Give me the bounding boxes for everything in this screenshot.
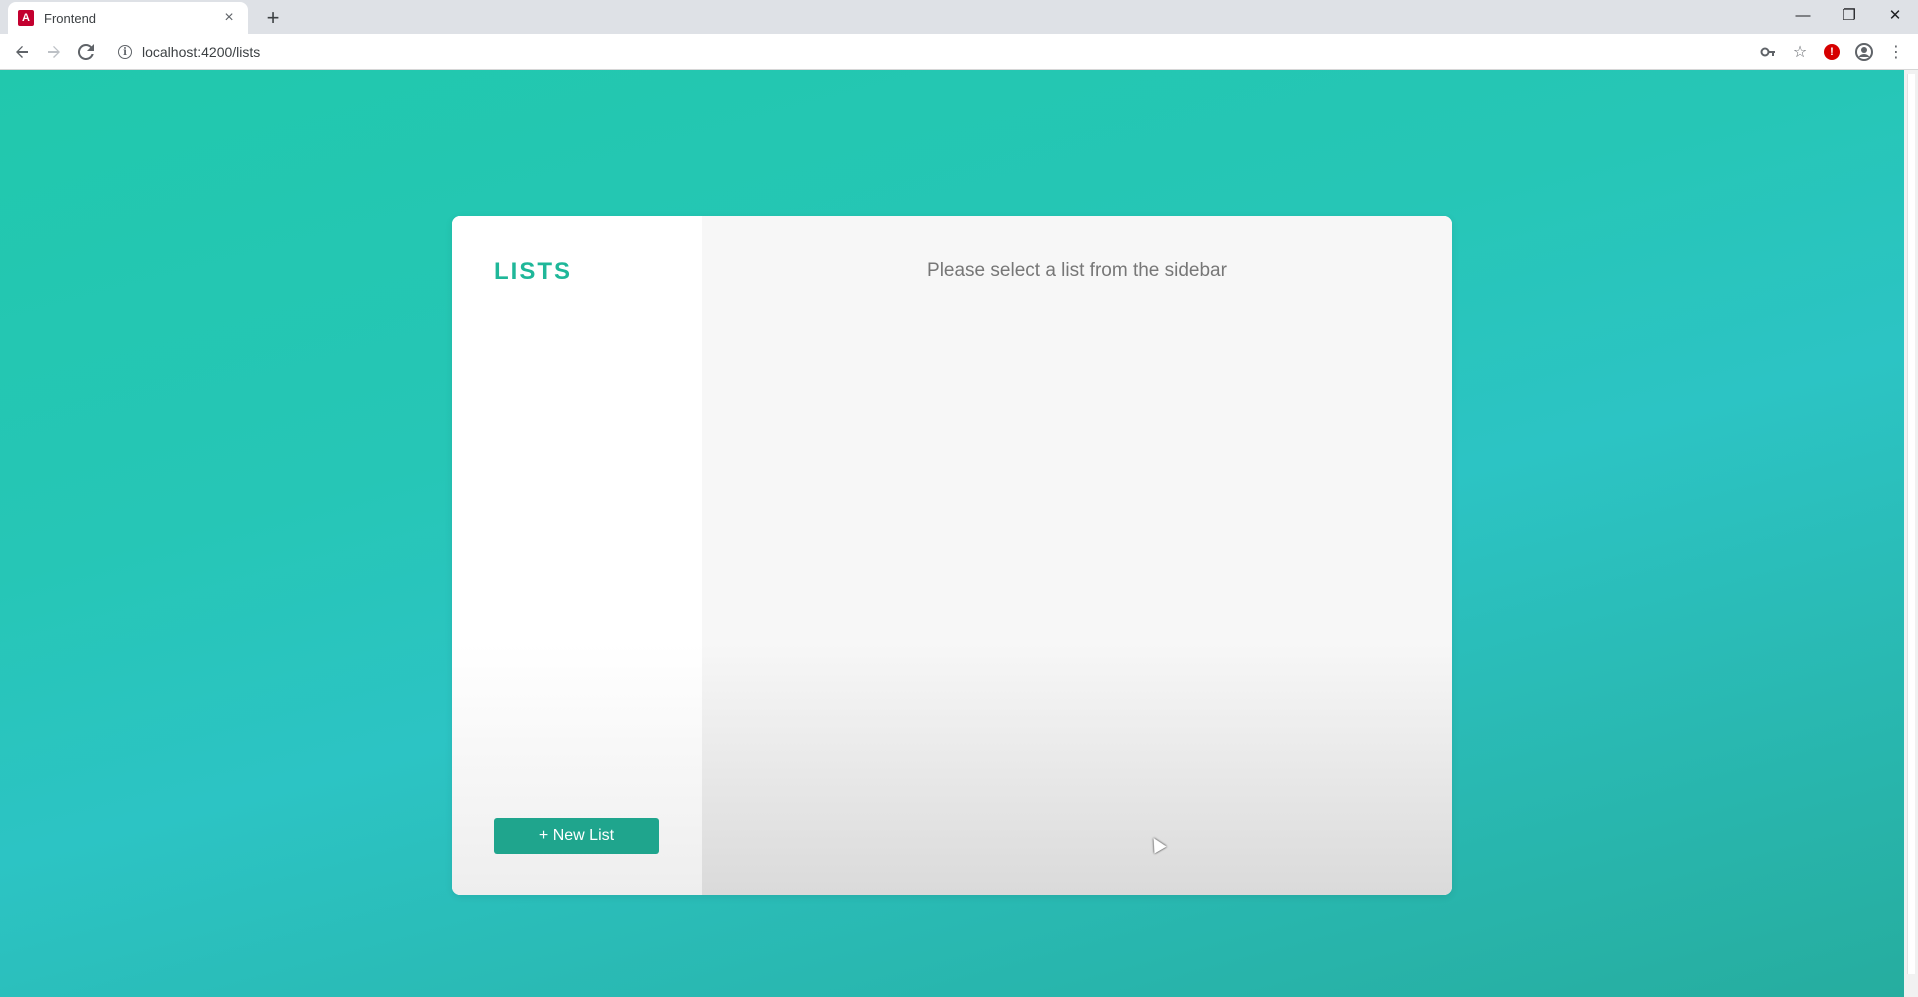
url-text: localhost:4200/lists — [142, 44, 261, 60]
browser-tabstrip: A Frontend × + — ❐ ✕ — [0, 0, 1918, 34]
minimize-icon[interactable]: — — [1780, 0, 1826, 30]
info-icon[interactable]: i — [118, 45, 132, 59]
new-list-button[interactable]: + New List — [494, 818, 659, 854]
task-manager-card: LISTS + New List Please select a list fr… — [452, 216, 1452, 895]
window-controls: — ❐ ✕ — [1780, 0, 1918, 30]
key-icon[interactable] — [1752, 36, 1784, 68]
toolbar-actions: ☆ ! ⋮ — [1752, 36, 1912, 68]
account-icon[interactable] — [1848, 36, 1880, 68]
star-icon[interactable]: ☆ — [1784, 36, 1816, 68]
tab-close-icon[interactable]: × — [220, 9, 238, 27]
main-panel: Please select a list from the sidebar — [702, 216, 1452, 895]
new-tab-button[interactable]: + — [260, 6, 286, 32]
sidebar-title: LISTS — [494, 258, 573, 285]
menu-dots-icon[interactable]: ⋮ — [1880, 36, 1912, 68]
angular-icon: A — [18, 10, 34, 26]
sidebar: LISTS + New List — [452, 216, 702, 895]
address-bar[interactable]: i localhost:4200/lists — [110, 38, 1750, 66]
page-background: LISTS + New List Please select a list fr… — [0, 70, 1904, 997]
page-scrollbar[interactable] — [1904, 70, 1918, 997]
tab-title: Frontend — [44, 10, 97, 26]
browser-toolbar: i localhost:4200/lists ☆ ! ⋮ — [0, 34, 1918, 70]
empty-state-message: Please select a list from the sidebar — [927, 260, 1227, 281]
scrollbar-thumb[interactable] — [1907, 74, 1915, 974]
forward-arrow-icon[interactable] — [38, 36, 70, 68]
restore-icon[interactable]: ❐ — [1826, 0, 1872, 30]
browser-tab[interactable]: A Frontend × — [8, 2, 248, 34]
reload-icon[interactable] — [70, 36, 102, 68]
back-arrow-icon[interactable] — [6, 36, 38, 68]
extension-icon[interactable]: ! — [1816, 36, 1848, 68]
close-window-icon[interactable]: ✕ — [1872, 0, 1918, 30]
